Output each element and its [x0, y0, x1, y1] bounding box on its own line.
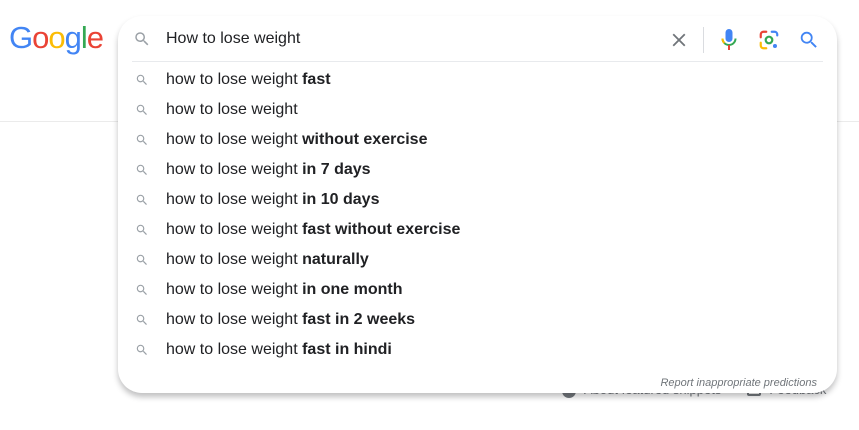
suggestion-completion: fast in 2 weeks: [302, 311, 416, 328]
logo-letter-1: G: [9, 20, 33, 55]
search-icon: [136, 284, 147, 295]
suggestion-item[interactable]: how to lose weight in one month: [118, 275, 837, 305]
suggestion-text: how to lose weight: [166, 101, 298, 119]
voice-search-button[interactable]: [717, 27, 741, 53]
microphone-icon: [721, 29, 737, 50]
suggestion-item[interactable]: how to lose weight fast in 2 weeks: [118, 305, 837, 335]
suggestion-item[interactable]: how to lose weight without exercise: [118, 125, 837, 155]
suggestion-completion: in 10 days: [302, 191, 380, 208]
suggestion-text: how to lose weight fast in hindi: [166, 341, 392, 359]
suggestion-item[interactable]: how to lose weight: [118, 95, 837, 125]
lens-search-button[interactable]: [756, 27, 782, 53]
suggestion-text: how to lose weight without exercise: [166, 131, 427, 149]
suggestion-prefix: how to lose weight: [166, 161, 298, 178]
suggestion-completion: in one month: [302, 281, 403, 298]
search-icon: [136, 164, 147, 175]
google-logo[interactable]: G o o g l e: [9, 20, 104, 56]
suggestion-item[interactable]: how to lose weight naturally: [118, 245, 837, 275]
google-lens-icon: [759, 30, 779, 50]
suggestion-text: how to lose weight fast: [166, 71, 331, 89]
suggestion-text: how to lose weight fast without exercise: [166, 221, 460, 239]
search-icon: [136, 344, 147, 355]
search-input[interactable]: [166, 28, 656, 50]
search-icon: [800, 31, 817, 48]
toolbar-separator: [703, 27, 704, 53]
suggestion-prefix: how to lose weight: [166, 341, 298, 358]
suggestion-prefix: how to lose weight: [166, 221, 298, 238]
suggestion-prefix: how to lose weight: [166, 311, 298, 328]
suggestion-list: how to lose weight fast how to lose weig…: [118, 65, 837, 365]
search-divider: [132, 61, 823, 62]
search-icon: [136, 314, 147, 325]
search-icon: [136, 254, 147, 265]
logo-letter-3: o: [48, 20, 65, 55]
logo-letter-4: g: [64, 20, 82, 55]
suggestion-item[interactable]: how to lose weight fast: [118, 65, 837, 95]
suggestion-prefix: how to lose weight: [166, 71, 298, 88]
search-icon: [135, 32, 149, 46]
suggestion-prefix: how to lose weight: [166, 251, 298, 268]
suggestion-item[interactable]: how to lose weight fast in hindi: [118, 335, 837, 365]
search-bar: [118, 16, 837, 62]
suggestion-completion: in 7 days: [302, 161, 371, 178]
google-search-page: G o o g l e About featured snippets Feed…: [0, 0, 859, 430]
close-icon: [672, 33, 686, 47]
search-autocomplete-dropdown: how to lose weight fast how to lose weig…: [118, 16, 837, 393]
search-icon: [136, 134, 147, 145]
search-icon: [136, 74, 147, 85]
logo-letter-2: o: [32, 20, 49, 55]
suggestion-completion: fast in hindi: [302, 341, 392, 358]
suggestion-prefix: how to lose weight: [166, 101, 298, 118]
suggestion-text: how to lose weight in 10 days: [166, 191, 379, 209]
suggestion-completion: without exercise: [302, 131, 428, 148]
suggestion-text: how to lose weight in one month: [166, 281, 403, 299]
suggestion-text: how to lose weight fast in 2 weeks: [166, 311, 415, 329]
suggestion-prefix: how to lose weight: [166, 281, 298, 298]
suggestion-item[interactable]: how to lose weight in 7 days: [118, 155, 837, 185]
search-icon: [136, 194, 147, 205]
logo-letter-6: e: [86, 20, 104, 55]
suggestion-prefix: how to lose weight: [166, 131, 298, 148]
suggestion-prefix: how to lose weight: [166, 191, 298, 208]
search-icon: [136, 104, 147, 115]
clear-button[interactable]: [667, 28, 691, 52]
report-predictions-link[interactable]: Report inappropriate predictions: [660, 377, 817, 389]
suggestion-completion: fast: [302, 71, 331, 88]
search-submit-button[interactable]: [796, 27, 822, 53]
search-icon: [136, 224, 147, 235]
suggestion-completion: fast without exercise: [302, 221, 461, 238]
suggestion-item[interactable]: how to lose weight fast without exercise: [118, 215, 837, 245]
suggestion-item[interactable]: how to lose weight in 10 days: [118, 185, 837, 215]
suggestion-text: how to lose weight naturally: [166, 251, 369, 269]
suggestion-completion: naturally: [302, 251, 369, 268]
suggestion-text: how to lose weight in 7 days: [166, 161, 371, 179]
